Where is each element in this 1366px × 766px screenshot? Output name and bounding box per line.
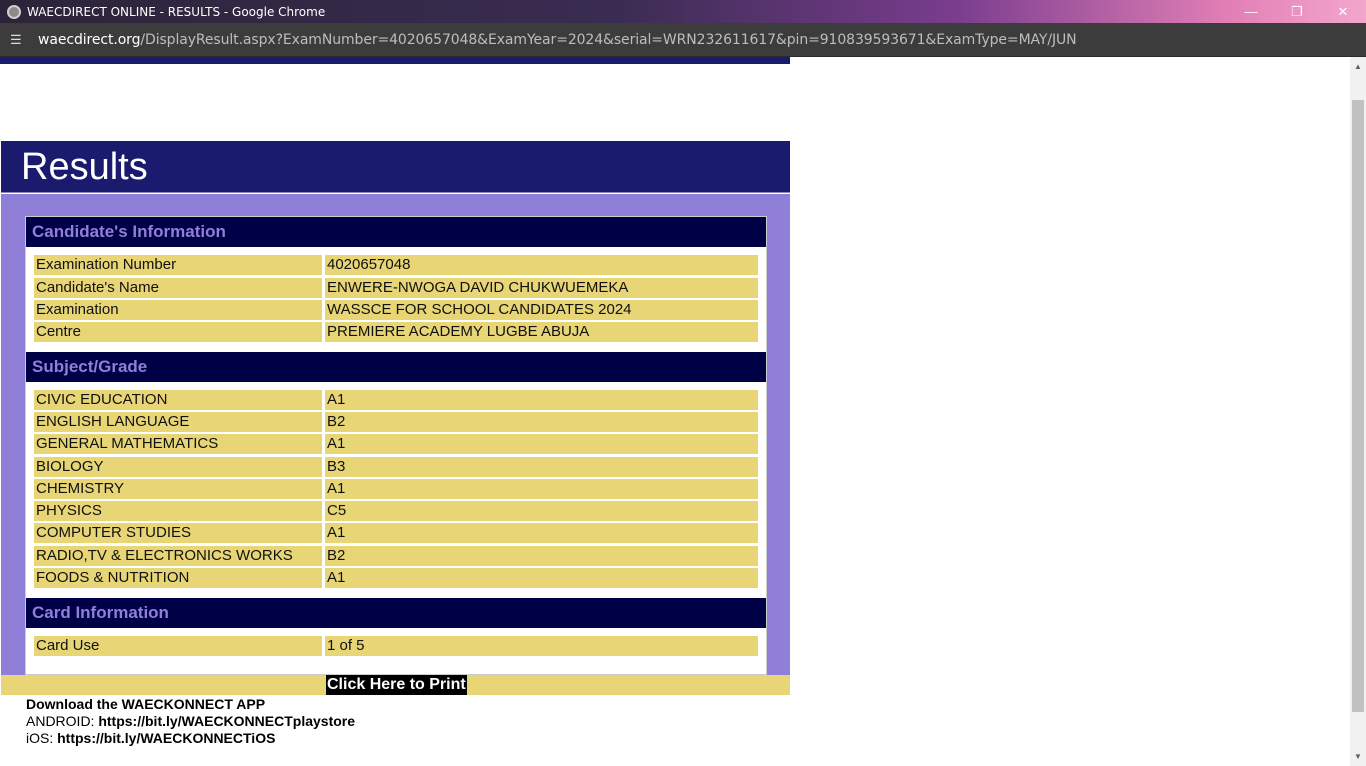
scroll-down-icon[interactable]: ▼ <box>1354 752 1362 761</box>
subject-name: BIOLOGY <box>34 457 322 477</box>
subject-grade: A1 <box>325 434 758 454</box>
scroll-up-icon[interactable]: ▲ <box>1354 62 1362 71</box>
android-link[interactable]: https://bit.ly/WAECKONNECTplaystore <box>98 713 355 729</box>
row-value: 1 of 5 <box>325 636 758 656</box>
subject-name: FOODS & NUTRITION <box>34 568 322 588</box>
window-title: WAECDIRECT ONLINE - RESULTS - Google Chr… <box>27 4 326 19</box>
row-label: Card Use <box>34 636 322 656</box>
row-value: WASSCE FOR SCHOOL CANDIDATES 2024 <box>325 300 758 320</box>
subject-name: ENGLISH LANGUAGE <box>34 412 322 432</box>
table-row: CHEMISTRY A1 <box>34 479 758 499</box>
results-card: Candidate's Information Examination Numb… <box>25 216 767 675</box>
table-row: CIVIC EDUCATION A1 <box>34 390 758 410</box>
table-row: RADIO,TV & ELECTRONICS WORKS B2 <box>34 546 758 566</box>
browser-titlebar: WAECDIRECT ONLINE - RESULTS - Google Chr… <box>0 0 1366 23</box>
table-row: GENERAL MATHEMATICS A1 <box>34 434 758 454</box>
results-panel: Candidate's Information Examination Numb… <box>1 194 790 675</box>
card-section-header: Card Information <box>26 598 766 628</box>
site-info-icon[interactable]: ☰ <box>10 32 26 47</box>
subject-grade: A1 <box>325 479 758 499</box>
table-row: ENGLISH LANGUAGE B2 <box>34 412 758 432</box>
top-banner-strip <box>0 57 790 64</box>
table-row: Examination WASSCE FOR SCHOOL CANDIDATES … <box>34 300 758 320</box>
subject-grade: B2 <box>325 546 758 566</box>
url-host: waecdirect.org <box>38 31 141 48</box>
candidate-section-header: Candidate's Information <box>26 217 766 247</box>
row-value: ENWERE-NWOGA DAVID CHUKWUEMEKA <box>325 278 758 298</box>
minimize-icon[interactable]: — <box>1228 0 1274 23</box>
url-path: /DisplayResult.aspx?ExamNumber=402065704… <box>140 31 1077 48</box>
ios-label: iOS: <box>26 730 58 746</box>
subject-name: PHYSICS <box>34 501 322 521</box>
table-row: COMPUTER STUDIES A1 <box>34 523 758 543</box>
subject-name: CIVIC EDUCATION <box>34 390 322 410</box>
scrollbar-thumb[interactable] <box>1352 100 1364 712</box>
subject-name: COMPUTER STUDIES <box>34 523 322 543</box>
subject-grade: A1 <box>325 523 758 543</box>
table-row: Candidate's Name ENWERE-NWOGA DAVID CHUKW… <box>34 278 758 298</box>
vertical-scrollbar[interactable]: ▲ ▼ <box>1350 57 1366 766</box>
subject-grade: A1 <box>325 568 758 588</box>
print-button[interactable]: Click Here to Print <box>326 675 467 695</box>
row-label: Examination <box>34 300 322 320</box>
download-app-block: Download the WAECKONNECT APP ANDROID: ht… <box>26 696 355 747</box>
download-title: Download the WAECKONNECT APP <box>26 696 266 712</box>
close-icon[interactable]: ✕ <box>1320 0 1366 23</box>
table-row: BIOLOGY B3 <box>34 457 758 477</box>
page-viewport: Results Candidate's Information Examinat… <box>0 57 1350 766</box>
row-label: Candidate's Name <box>34 278 322 298</box>
subject-grade: B2 <box>325 412 758 432</box>
row-label: Centre <box>34 322 322 342</box>
subject-section-header: Subject/Grade <box>26 352 766 382</box>
results-header: Results <box>1 141 790 193</box>
subject-grade: C5 <box>325 501 758 521</box>
subject-grade: B3 <box>325 457 758 477</box>
ios-link[interactable]: https://bit.ly/WAECKONNECTiOS <box>57 730 275 746</box>
android-label: ANDROID: <box>26 713 99 729</box>
row-value: PREMIERE ACADEMY LUGBE ABUJA <box>325 322 758 342</box>
globe-icon <box>7 4 21 19</box>
subject-name: RADIO,TV & ELECTRONICS WORKS <box>34 546 322 566</box>
row-label: Examination Number <box>34 255 322 275</box>
subject-grade: A1 <box>325 390 758 410</box>
subject-name: GENERAL MATHEMATICS <box>34 434 322 454</box>
restore-icon[interactable]: ❐ <box>1274 0 1320 23</box>
url-text[interactable]: waecdirect.org/DisplayResult.aspx?ExamNu… <box>38 32 1077 48</box>
address-bar[interactable]: ☰ waecdirect.org/DisplayResult.aspx?Exam… <box>0 23 1366 57</box>
table-row: Examination Number 4020657048 <box>34 255 758 275</box>
table-row: PHYSICS C5 <box>34 501 758 521</box>
table-row: Centre PREMIERE ACADEMY LUGBE ABUJA <box>34 322 758 342</box>
page-title: Results <box>21 146 148 188</box>
table-row: FOODS & NUTRITION A1 <box>34 568 758 588</box>
print-bar: Click Here to Print <box>1 675 790 695</box>
table-row: Card Use 1 of 5 <box>34 636 758 656</box>
subject-name: CHEMISTRY <box>34 479 322 499</box>
row-value: 4020657048 <box>325 255 758 275</box>
